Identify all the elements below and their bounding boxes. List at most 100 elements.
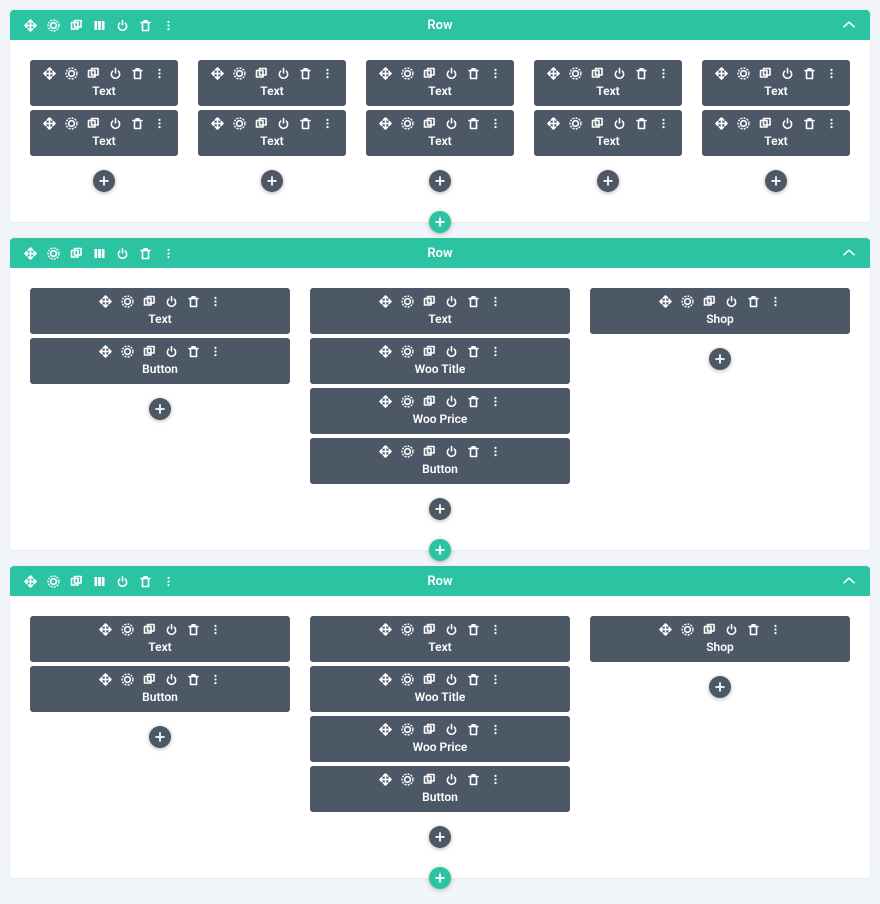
move-icon[interactable] xyxy=(715,67,728,80)
power-icon[interactable] xyxy=(277,117,290,130)
more-icon[interactable] xyxy=(489,723,502,736)
trash-icon[interactable] xyxy=(467,345,480,358)
row-header[interactable]: Row xyxy=(10,10,870,40)
duplicate-icon[interactable] xyxy=(759,67,772,80)
more-icon[interactable] xyxy=(489,773,502,786)
module[interactable]: Button xyxy=(30,666,290,712)
module[interactable]: Text xyxy=(198,110,346,156)
trash-icon[interactable] xyxy=(803,117,816,130)
module[interactable]: Woo Title xyxy=(310,338,570,384)
gear-icon[interactable] xyxy=(401,395,414,408)
move-icon[interactable] xyxy=(379,673,392,686)
duplicate-icon[interactable] xyxy=(423,773,436,786)
power-icon[interactable] xyxy=(445,723,458,736)
more-icon[interactable] xyxy=(489,673,502,686)
add-row-button[interactable] xyxy=(429,539,451,561)
duplicate-icon[interactable] xyxy=(759,117,772,130)
module[interactable]: Text xyxy=(534,60,682,106)
more-icon[interactable] xyxy=(209,623,222,636)
gear-icon[interactable] xyxy=(737,117,750,130)
move-icon[interactable] xyxy=(99,623,112,636)
gear-icon[interactable] xyxy=(121,345,134,358)
module[interactable]: Woo Price xyxy=(310,388,570,434)
duplicate-icon[interactable] xyxy=(143,345,156,358)
add-module-button[interactable] xyxy=(429,826,451,848)
power-icon[interactable] xyxy=(445,773,458,786)
collapse-row-button[interactable] xyxy=(842,18,856,32)
gear-icon[interactable] xyxy=(737,67,750,80)
move-icon[interactable] xyxy=(547,67,560,80)
gear-icon[interactable] xyxy=(401,673,414,686)
more-icon[interactable] xyxy=(162,19,175,32)
power-icon[interactable] xyxy=(445,673,458,686)
move-icon[interactable] xyxy=(99,295,112,308)
trash-icon[interactable] xyxy=(467,67,480,80)
gear-icon[interactable] xyxy=(47,575,60,588)
power-icon[interactable] xyxy=(165,295,178,308)
gear-icon[interactable] xyxy=(233,117,246,130)
add-module-button[interactable] xyxy=(709,676,731,698)
duplicate-icon[interactable] xyxy=(423,445,436,458)
duplicate-icon[interactable] xyxy=(70,247,83,260)
duplicate-icon[interactable] xyxy=(703,623,716,636)
duplicate-icon[interactable] xyxy=(143,623,156,636)
trash-icon[interactable] xyxy=(187,673,200,686)
gear-icon[interactable] xyxy=(401,117,414,130)
columns-icon[interactable] xyxy=(93,247,106,260)
trash-icon[interactable] xyxy=(635,117,648,130)
more-icon[interactable] xyxy=(489,67,502,80)
duplicate-icon[interactable] xyxy=(423,623,436,636)
move-icon[interactable] xyxy=(379,395,392,408)
move-icon[interactable] xyxy=(24,575,37,588)
trash-icon[interactable] xyxy=(131,67,144,80)
module[interactable]: Text xyxy=(310,616,570,662)
trash-icon[interactable] xyxy=(467,773,480,786)
module[interactable]: Text xyxy=(198,60,346,106)
more-icon[interactable] xyxy=(209,295,222,308)
move-icon[interactable] xyxy=(211,117,224,130)
duplicate-icon[interactable] xyxy=(143,673,156,686)
more-icon[interactable] xyxy=(489,395,502,408)
trash-icon[interactable] xyxy=(467,623,480,636)
trash-icon[interactable] xyxy=(467,395,480,408)
duplicate-icon[interactable] xyxy=(423,67,436,80)
move-icon[interactable] xyxy=(24,19,37,32)
more-icon[interactable] xyxy=(769,623,782,636)
duplicate-icon[interactable] xyxy=(87,117,100,130)
gear-icon[interactable] xyxy=(401,295,414,308)
gear-icon[interactable] xyxy=(681,623,694,636)
move-icon[interactable] xyxy=(379,295,392,308)
collapse-row-button[interactable] xyxy=(842,246,856,260)
module[interactable]: Text xyxy=(30,616,290,662)
move-icon[interactable] xyxy=(99,345,112,358)
row-header[interactable]: Row xyxy=(10,238,870,268)
add-module-button[interactable] xyxy=(709,348,731,370)
duplicate-icon[interactable] xyxy=(255,117,268,130)
move-icon[interactable] xyxy=(211,67,224,80)
columns-icon[interactable] xyxy=(93,575,106,588)
gear-icon[interactable] xyxy=(401,445,414,458)
row-header[interactable]: Row xyxy=(10,566,870,596)
more-icon[interactable] xyxy=(489,623,502,636)
gear-icon[interactable] xyxy=(233,67,246,80)
move-icon[interactable] xyxy=(379,723,392,736)
module[interactable]: Text xyxy=(702,60,850,106)
power-icon[interactable] xyxy=(725,295,738,308)
add-module-button[interactable] xyxy=(429,170,451,192)
trash-icon[interactable] xyxy=(635,67,648,80)
trash-icon[interactable] xyxy=(747,295,760,308)
power-icon[interactable] xyxy=(725,623,738,636)
more-icon[interactable] xyxy=(321,117,334,130)
power-icon[interactable] xyxy=(445,117,458,130)
move-icon[interactable] xyxy=(43,117,56,130)
trash-icon[interactable] xyxy=(467,673,480,686)
gear-icon[interactable] xyxy=(569,117,582,130)
power-icon[interactable] xyxy=(613,67,626,80)
more-icon[interactable] xyxy=(489,445,502,458)
trash-icon[interactable] xyxy=(747,623,760,636)
more-icon[interactable] xyxy=(825,117,838,130)
module[interactable]: Text xyxy=(310,288,570,334)
move-icon[interactable] xyxy=(659,295,672,308)
add-row-button[interactable] xyxy=(429,211,451,233)
module[interactable]: Woo Price xyxy=(310,716,570,762)
